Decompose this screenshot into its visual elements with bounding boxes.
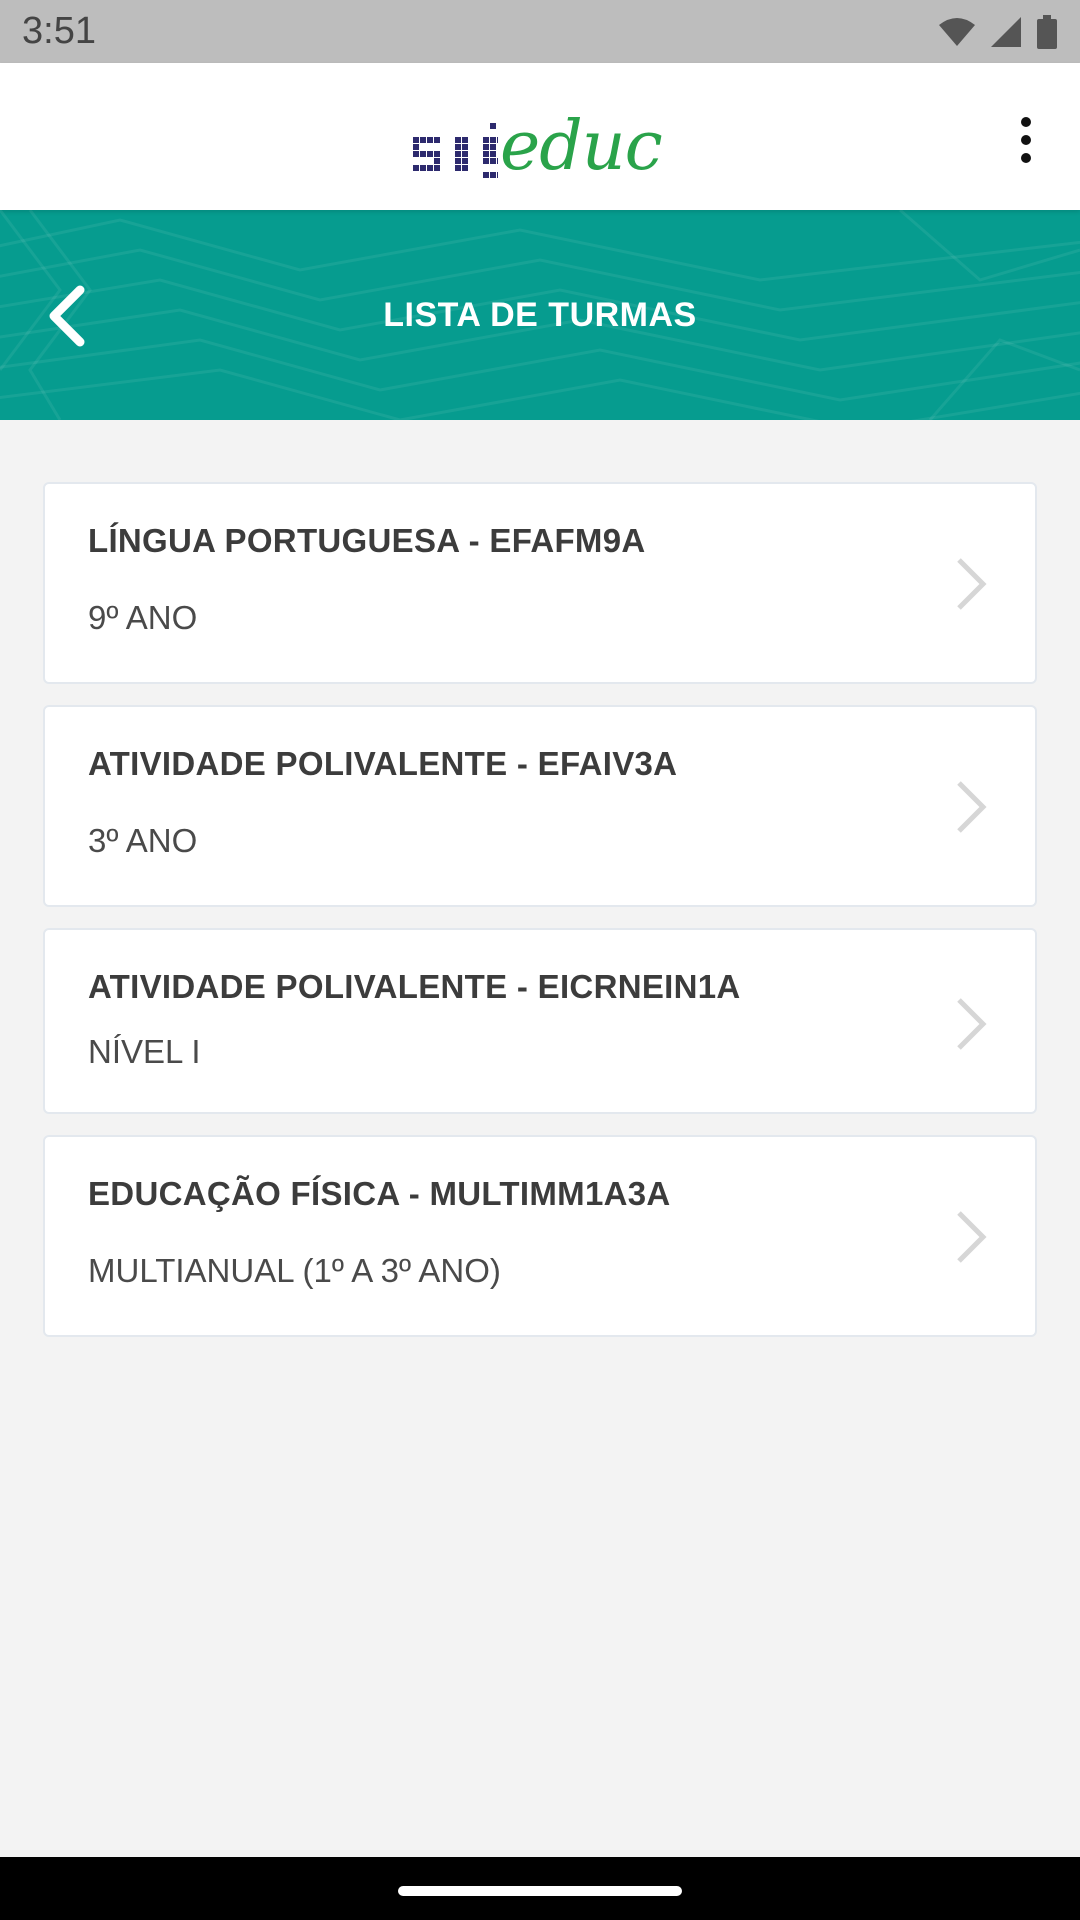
battery-icon	[1037, 14, 1057, 49]
logo-pixel	[490, 158, 496, 164]
logo-pixel	[455, 137, 461, 143]
logo-pixel	[483, 151, 489, 157]
class-card-title: ATIVIDADE POLIVALENTE - EICRNEIN1A	[88, 968, 741, 1005]
system-nav-bar	[0, 1857, 1080, 1920]
logo-pixel	[462, 144, 468, 150]
class-card[interactable]: EDUCAÇÃO FÍSICA - MULTIMM1A3A MULTIANUAL…	[43, 1135, 1037, 1337]
overflow-menu-button[interactable]	[996, 105, 1056, 175]
logo-pixel	[420, 151, 426, 157]
home-gesture-handle[interactable]	[398, 1886, 682, 1896]
page-header: LISTA DE TURMAS	[0, 210, 1080, 420]
logo-pixel	[434, 137, 440, 143]
logo-script-educ: educ	[500, 107, 663, 186]
class-card[interactable]: ATIVIDADE POLIVALENTE - EFAIV3A 3º ANO	[43, 705, 1037, 907]
overflow-menu-icon-dot	[1021, 153, 1031, 163]
logo-pixel	[455, 151, 461, 157]
logo-prefix-sig	[413, 123, 498, 178]
chevron-left-icon	[49, 285, 85, 347]
class-card-subtitle: 3º ANO	[88, 822, 198, 859]
logo-pixel	[413, 137, 419, 143]
class-card-subtitle: 9º ANO	[88, 599, 198, 636]
logo-pixel	[483, 158, 489, 164]
app-bar: educ	[0, 63, 1080, 210]
logo-pixel	[490, 172, 496, 178]
signal-icon	[991, 16, 1021, 47]
class-card-title: EDUCAÇÃO FÍSICA - MULTIMM1A3A	[88, 1175, 671, 1212]
logo-pixel	[483, 137, 489, 143]
logo-pixel	[434, 158, 440, 164]
screen: 3:51 educ LISTA DE TURMAS LÍNGUA PORTUGU…	[0, 0, 1080, 1920]
logo-pixel	[434, 151, 440, 157]
logo-pixel	[483, 144, 489, 150]
logo-pixel	[483, 172, 489, 178]
logo-pixel	[427, 137, 433, 143]
wifi-icon	[939, 17, 975, 46]
class-card[interactable]: ATIVIDADE POLIVALENTE - EICRNEIN1A NÍVEL…	[43, 928, 1037, 1114]
logo-pixel	[413, 165, 419, 171]
logo-pixel	[497, 137, 498, 143]
logo-pixel	[420, 165, 426, 171]
sigeduc-logo: educ	[412, 101, 668, 181]
class-card-subtitle: MULTIANUAL (1º A 3º ANO)	[88, 1252, 501, 1289]
class-card-title: LÍNGUA PORTUGUESA - EFAFM9A	[88, 522, 646, 559]
class-card-title: ATIVIDADE POLIVALENTE - EFAIV3A	[88, 745, 678, 782]
logo-pixel	[455, 165, 461, 171]
logo-pixel	[462, 165, 468, 171]
logo-pixel	[427, 165, 433, 171]
logo-pixel	[490, 151, 496, 157]
back-button[interactable]	[26, 268, 106, 364]
logo-pixel	[427, 151, 433, 157]
logo-pixel	[413, 144, 419, 150]
class-card-subtitle: NÍVEL I	[88, 1033, 201, 1070]
overflow-menu-icon-dot	[1021, 117, 1031, 127]
logo-pixel	[462, 137, 468, 143]
logo-pixel	[434, 165, 440, 171]
logo-pixel	[497, 172, 498, 178]
chevron-right-icon	[957, 1211, 987, 1263]
logo-pixel	[490, 137, 496, 143]
chevron-right-icon	[957, 558, 987, 610]
status-icons	[938, 14, 1058, 49]
logo-pixel	[490, 144, 496, 150]
overflow-menu-icon-dot	[1021, 135, 1031, 145]
logo-pixel	[497, 158, 498, 164]
logo-pixel	[490, 123, 496, 129]
chevron-right-icon	[957, 781, 987, 833]
header-pattern	[0, 210, 1080, 420]
class-card[interactable]: LÍNGUA PORTUGUESA - EFAFM9A 9º ANO	[43, 482, 1037, 684]
logo-pixel	[413, 151, 419, 157]
logo-pixel	[462, 151, 468, 157]
chevron-right-icon	[957, 998, 987, 1050]
logo-pixel	[455, 158, 461, 164]
logo-pixel	[420, 137, 426, 143]
logo-pixel	[462, 158, 468, 164]
status-bar: 3:51	[0, 0, 1080, 63]
logo-pixel	[455, 144, 461, 150]
status-time: 3:51	[22, 10, 96, 52]
